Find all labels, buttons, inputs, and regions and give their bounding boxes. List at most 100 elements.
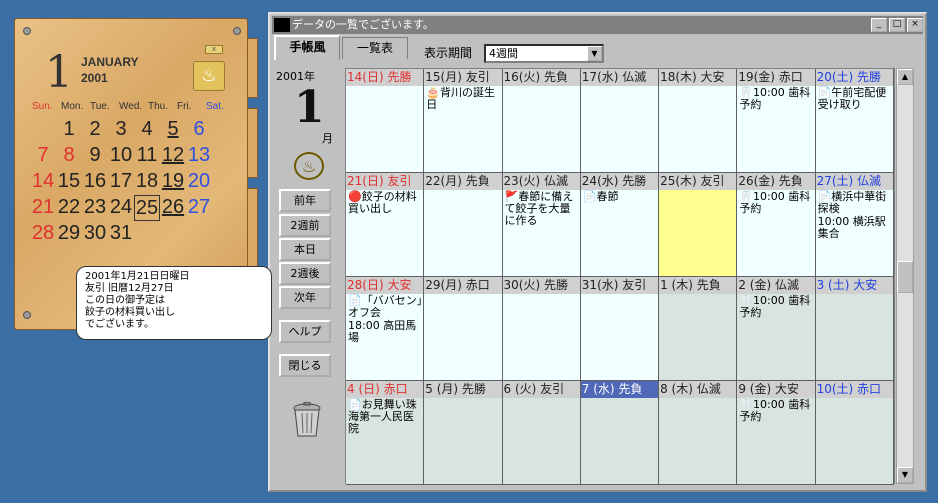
tab-notebook[interactable]: 手帳風 <box>274 35 340 60</box>
widget-day-cell[interactable]: 4 <box>134 117 160 143</box>
widget-day-cell[interactable]: 13 <box>186 143 212 169</box>
event-entry[interactable]: 📄横浜中華街探検 <box>816 190 893 215</box>
event-entry[interactable]: 18:00 高田馬場 <box>346 319 423 344</box>
title-bar[interactable]: データの一覧でございます。 _ □ × <box>272 16 923 34</box>
widget-day-cell[interactable]: 27 <box>186 195 212 221</box>
widget-day-cell[interactable]: 14 <box>30 169 56 195</box>
widget-day-cell[interactable]: 7 <box>30 143 56 169</box>
day-cell[interactable]: 21(日) 友引 🔴餃子の材料買い出し <box>346 173 425 277</box>
event-entry[interactable]: 🚩春節に備えて餃子を大量に作る <box>503 190 580 227</box>
day-cell[interactable]: 20(土) 先勝 📄午前宅配便受け取り <box>815 69 894 173</box>
day-cell[interactable]: 19(金) 赤口 🦷10:00 歯科予約 <box>737 69 816 173</box>
day-cell[interactable]: 1 (木) 先負 <box>659 277 738 381</box>
widget-year: 2001 <box>81 71 108 85</box>
widget-week-row: 123456 <box>30 117 240 143</box>
day-cell[interactable]: 26(金) 先負 🦷10:00 歯科予約 <box>737 173 816 277</box>
day-cell[interactable]: 4 (日) 赤口 📄お見舞い珠海第一人民医院 <box>346 381 425 485</box>
day-cell[interactable]: 29(月) 赤口 <box>424 277 503 381</box>
close-button[interactable]: × <box>907 18 923 32</box>
widget-day-cell[interactable]: 16 <box>82 169 108 195</box>
widget-day-cell[interactable]: 18 <box>134 169 160 195</box>
widget-day-cell[interactable]: 25 <box>134 195 160 221</box>
widget-day-cell[interactable]: 12 <box>160 143 186 169</box>
day-cell[interactable]: 18(木) 大安 <box>659 69 738 173</box>
widget-day-cell[interactable]: 24 <box>108 195 134 221</box>
day-cell[interactable]: 9 (金) 大安 🦷10:00 歯科予約 <box>737 381 816 485</box>
prev-year-button[interactable]: 前年 <box>279 189 331 212</box>
widget-day-cell[interactable]: 30 <box>82 221 108 247</box>
scroll-up-button[interactable]: ▲ <box>897 69 913 85</box>
widget-day-cell[interactable]: 10 <box>108 143 134 169</box>
event-entry[interactable]: 📄「ババセン」オフ会 <box>346 294 423 319</box>
tab-list[interactable]: 一覧表 <box>342 37 408 59</box>
widget-day-cell[interactable]: 17 <box>108 169 134 195</box>
event-entry[interactable]: 🎂背川の誕生日 <box>424 86 501 111</box>
widget-day-cell[interactable]: 8 <box>56 143 82 169</box>
widget-day-cell[interactable]: 11 <box>134 143 160 169</box>
event-entry[interactable]: 📄お見舞い珠海第一人民医院 <box>346 398 423 435</box>
prev-2weeks-button[interactable]: 2週前 <box>279 214 331 237</box>
day-cell[interactable]: 6 (火) 友引 <box>502 381 581 485</box>
widget-day-cell[interactable]: 6 <box>186 117 212 143</box>
widget-day-cell[interactable]: 5 <box>160 117 186 143</box>
widget-day-cell[interactable]: 22 <box>56 195 82 221</box>
day-cell[interactable]: 3 (土) 大安 <box>815 277 894 381</box>
day-cell[interactable]: 31(水) 友引 <box>580 277 660 381</box>
widget-day-cell[interactable]: 1 <box>56 117 82 143</box>
widget-day-cell[interactable]: 31 <box>108 221 134 247</box>
day-cell[interactable]: 24(水) 先勝 📄春節 <box>580 173 660 277</box>
event-entry[interactable]: 10:00 横浜駅集合 <box>816 215 893 240</box>
day-cell[interactable]: 25(木) 友引 <box>659 173 738 277</box>
scroll-down-button[interactable]: ▼ <box>897 467 913 483</box>
day-cell[interactable]: 10(土) 赤口 <box>815 381 894 485</box>
scroll-thumb[interactable] <box>897 261 913 293</box>
day-cell[interactable]: 22(月) 先負 <box>424 173 503 277</box>
widget-day-cell[interactable]: 9 <box>82 143 108 169</box>
widget-close-button[interactable]: x <box>205 45 223 54</box>
maximize-button[interactable]: □ <box>889 18 905 32</box>
day-cell[interactable]: 30(火) 先勝 <box>502 277 581 381</box>
today-button[interactable]: 本日 <box>279 238 331 261</box>
hot-spring-logo-icon[interactable]: ♨ <box>193 61 225 91</box>
day-cell[interactable]: 16(火) 先負 <box>502 69 581 173</box>
widget-day-cell[interactable]: 20 <box>186 169 212 195</box>
next-year-button[interactable]: 次年 <box>279 286 331 309</box>
day-cell[interactable]: 27(土) 仏滅 📄横浜中華街探検 10:00 横浜駅集合 <box>815 173 894 277</box>
event-entry[interactable]: 📄春節 <box>581 190 658 203</box>
day-cell[interactable]: 2 (金) 仏滅 🦷10:00 歯科予約 <box>737 277 816 381</box>
widget-day-cell[interactable]: 28 <box>30 221 56 247</box>
day-cell[interactable]: 14(日) 先勝 <box>346 69 425 173</box>
help-button[interactable]: ヘルプ <box>279 320 331 343</box>
event-entry[interactable]: 🔴餃子の材料買い出し <box>346 190 423 215</box>
period-select[interactable]: 4週間 ▼ <box>484 44 604 63</box>
day-cell[interactable]: 28(日) 大安 📄「ババセン」オフ会 18:00 高田馬場 <box>346 277 425 381</box>
day-cell[interactable]: 15(月) 友引 🎂背川の誕生日 <box>424 69 503 173</box>
close-window-button[interactable]: 閉じる <box>279 354 331 377</box>
day-header: 10(土) 赤口 <box>815 381 893 398</box>
widget-day-cell[interactable]: 2 <box>82 117 108 143</box>
day-cell[interactable]: 23(火) 仏滅 🚩春節に備えて餃子を大量に作る <box>502 173 581 277</box>
next-2weeks-button[interactable]: 2週後 <box>279 262 331 285</box>
day-cell[interactable]: 17(水) 仏滅 <box>580 69 660 173</box>
day-cell[interactable]: 5 (月) 先勝 <box>424 381 503 485</box>
widget-day-cell[interactable]: 3 <box>108 117 134 143</box>
minimize-button[interactable]: _ <box>871 18 887 32</box>
day-cell[interactable]: 8 (木) 仏滅 <box>659 381 738 485</box>
event-entry[interactable]: 📄午前宅配便受け取り <box>816 86 893 111</box>
widget-day-cell[interactable]: 15 <box>56 169 82 195</box>
event-entry[interactable]: 🦷10:00 歯科予約 <box>737 86 814 111</box>
event-entry[interactable]: 🦷10:00 歯科予約 <box>737 190 814 215</box>
event-entry[interactable]: 🦷10:00 歯科予約 <box>737 398 814 423</box>
widget-day-cell[interactable]: 19 <box>160 169 186 195</box>
widget-day-cell[interactable]: 21 <box>30 195 56 221</box>
widget-day-cell[interactable]: 29 <box>56 221 82 247</box>
day-cell[interactable]: 7 (水) 先負 <box>580 381 660 485</box>
event-entry[interactable]: 🦷10:00 歯科予約 <box>737 294 814 319</box>
widget-day-cell[interactable]: 26 <box>160 195 186 221</box>
window-system-icon[interactable] <box>274 18 290 32</box>
widget-day-cell[interactable]: 23 <box>82 195 108 221</box>
trash-icon[interactable] <box>292 402 322 438</box>
chevron-down-icon[interactable]: ▼ <box>587 46 602 61</box>
vertical-scrollbar[interactable]: ▲ ▼ <box>896 68 914 484</box>
widget-weekday-label: Wed. <box>119 101 143 112</box>
